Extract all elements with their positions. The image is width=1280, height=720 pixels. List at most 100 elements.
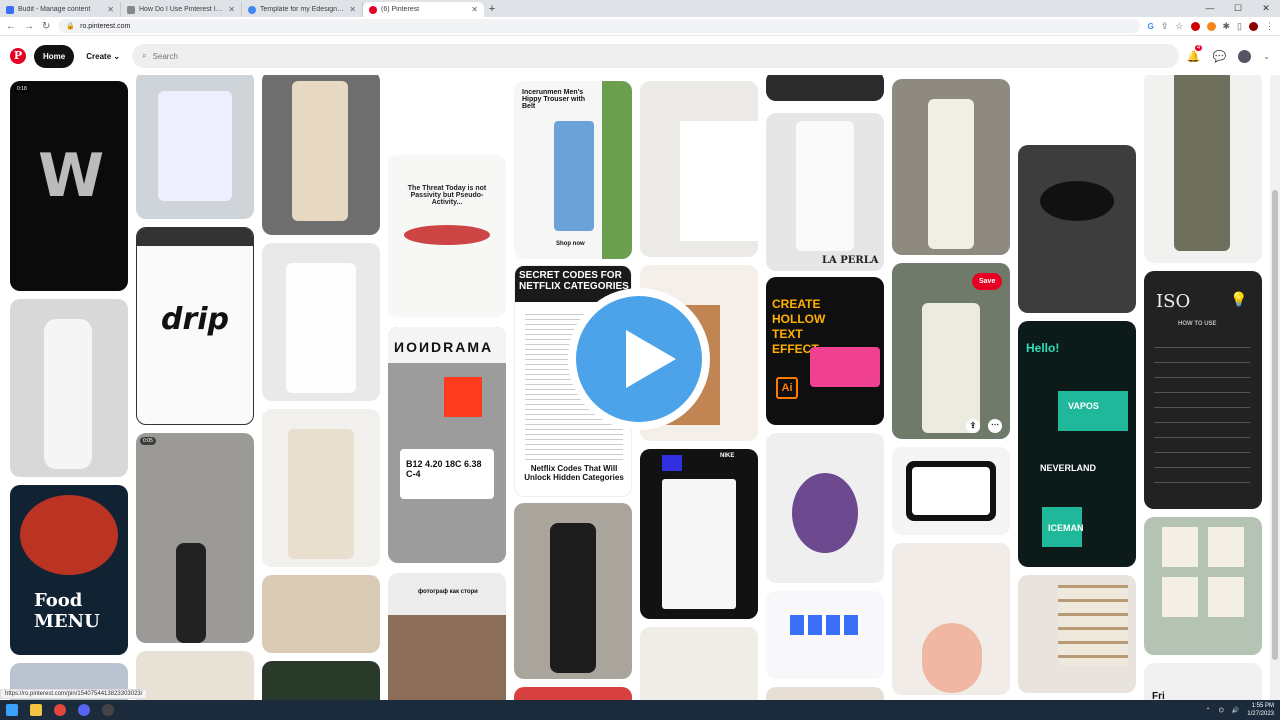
video-play-button[interactable] [568, 288, 710, 430]
close-tab-icon[interactable]: ✕ [228, 5, 235, 14]
scrollbar-thumb[interactable] [1272, 190, 1278, 660]
pin-card[interactable]: Fri [1144, 663, 1262, 700]
pin-image [810, 347, 880, 387]
notification-badge: 4 [1194, 44, 1203, 51]
volume-icon[interactable]: 🔊 [1232, 707, 1239, 714]
pin-card[interactable]: LA PERLA [766, 113, 884, 271]
file-explorer-icon[interactable] [30, 704, 42, 716]
pin-card[interactable] [262, 243, 380, 401]
pin-card[interactable] [892, 447, 1010, 535]
app-icon[interactable] [102, 704, 114, 716]
pin-card[interactable]: Incerunmen Men's Hippy Trouser with Belt… [514, 81, 632, 259]
pin-card[interactable] [1144, 75, 1262, 263]
close-tab-icon[interactable]: ✕ [349, 5, 356, 14]
pin-card[interactable] [766, 687, 884, 700]
pin-card[interactable] [262, 661, 380, 700]
pin-card[interactable]: NIKE [640, 449, 758, 619]
pin-card[interactable] [262, 409, 380, 567]
sidepanel-icon[interactable]: ▯ [1237, 21, 1242, 32]
pin-card[interactable] [766, 591, 884, 679]
pin-image [796, 121, 854, 251]
extensions-puzzle-icon[interactable]: ✱ [1223, 21, 1231, 32]
profile-avatar[interactable] [1249, 21, 1258, 31]
network-icon[interactable]: ⌬ [1219, 707, 1224, 714]
share-pin-icon[interactable]: ⇪ [966, 419, 980, 433]
pin-card[interactable] [514, 503, 632, 679]
tab-title: Budit - Manage content [18, 6, 91, 13]
pin-card[interactable]: 0:05 [136, 433, 254, 643]
close-tab-icon[interactable]: ✕ [471, 5, 478, 14]
chrome-menu-icon[interactable]: ⋮ [1265, 21, 1274, 32]
pin-card[interactable] [1018, 575, 1136, 693]
metamask-icon[interactable] [1206, 21, 1216, 31]
tab-title: (6) Pinterest [381, 6, 420, 13]
pin-card[interactable] [766, 433, 884, 583]
pin-card[interactable]: Food MENU [10, 485, 128, 655]
pin-card[interactable] [892, 543, 1010, 695]
pin-card[interactable] [514, 687, 632, 700]
pin-card[interactable] [892, 79, 1010, 255]
pin-card[interactable]: Save ⇪ ⋯ [892, 263, 1010, 439]
url-field[interactable]: 🔒 ro.pinterest.com [58, 19, 1140, 33]
account-chevron-icon[interactable]: ⌄ [1263, 52, 1270, 61]
pin-card[interactable] [262, 75, 380, 235]
pin-card[interactable]: drip [136, 227, 254, 425]
page-scrollbar[interactable] [1270, 75, 1280, 700]
pin-image [388, 615, 506, 700]
messages-icon[interactable]: 💬 [1213, 50, 1227, 63]
chrome-icon[interactable] [54, 704, 66, 716]
forward-icon[interactable]: → [24, 21, 34, 32]
pin-card[interactable] [136, 75, 254, 219]
pin-card[interactable]: ИОИDRAMA B12 4.20 18C 6.38 C-4 [388, 327, 506, 563]
user-avatar[interactable] [1238, 49, 1252, 63]
pin-image [554, 121, 594, 231]
pin-card[interactable] [136, 651, 254, 700]
discord-icon[interactable] [78, 704, 90, 716]
windows-start-icon[interactable] [6, 704, 18, 716]
chevron-down-icon: ⌄ [113, 51, 121, 61]
google-icon[interactable]: G [1148, 22, 1154, 31]
pin-card[interactable] [262, 575, 380, 653]
pin-card[interactable]: Hello! VAPOS NEVERLAND ICEMAN [1018, 321, 1136, 567]
pinterest-favicon [369, 5, 377, 14]
pin-card[interactable]: ISO 💡 HOW TO USE [1144, 271, 1262, 509]
bookmark-star-icon[interactable]: ☆ [1175, 21, 1183, 32]
pin-card[interactable] [1018, 145, 1136, 313]
pin-card[interactable]: фотограф как стори [388, 573, 506, 700]
share-icon[interactable]: ⇪ [1161, 21, 1169, 32]
pin-card[interactable] [766, 75, 884, 101]
home-button[interactable]: Home [34, 44, 75, 68]
new-tab-button[interactable]: + [484, 2, 500, 17]
pin-card[interactable]: CREATE HOLLOW TEXT EFFECT Ai [766, 277, 884, 425]
back-icon[interactable]: ← [6, 21, 16, 32]
pin-card[interactable] [640, 81, 758, 257]
tray-chevron-icon[interactable]: ⌃ [1206, 707, 1211, 714]
close-tab-icon[interactable]: ✕ [107, 5, 114, 14]
pin-card[interactable]: The Threat Today is not Passivity but Ps… [388, 155, 506, 317]
system-clock[interactable]: 1:55 PM 1/27/2023 [1247, 702, 1274, 718]
pin-card[interactable] [1144, 517, 1262, 655]
create-button[interactable]: Create ⌄ [82, 52, 124, 61]
pin-image [550, 523, 596, 673]
pin-card[interactable] [10, 299, 128, 477]
browser-tab-active[interactable]: (6) Pinterest ✕ [363, 2, 484, 17]
minimize-icon[interactable]: — [1196, 0, 1224, 17]
pin-card[interactable]: 0:18 W [10, 81, 128, 291]
more-options-icon[interactable]: ⋯ [988, 419, 1002, 433]
maximize-icon[interactable]: ☐ [1224, 0, 1252, 17]
notifications-bell-icon[interactable]: 🔔 [1187, 50, 1201, 63]
browser-tab[interactable]: Template for my Edesigner ads ✕ [242, 2, 363, 17]
pinterest-logo[interactable]: P [10, 48, 26, 64]
pin-card[interactable] [640, 627, 758, 700]
pin-image [20, 495, 118, 575]
pin-image [292, 81, 348, 221]
reload-icon[interactable]: ↻ [42, 21, 50, 32]
search-bar[interactable]: ⌕ Search [132, 44, 1179, 68]
browser-tab[interactable]: Budit - Manage content ✕ [0, 2, 121, 17]
save-button[interactable]: Save [972, 273, 1003, 290]
browser-tab[interactable]: How Do I Use Pinterest Images ✕ [121, 2, 242, 17]
close-window-icon[interactable]: ✕ [1252, 0, 1280, 17]
extension-icon[interactable] [1190, 21, 1200, 31]
pin-text: W [38, 141, 105, 211]
pinterest-header: P Home Create ⌄ ⌕ Search 🔔 4 💬 ⌄ [0, 37, 1280, 75]
